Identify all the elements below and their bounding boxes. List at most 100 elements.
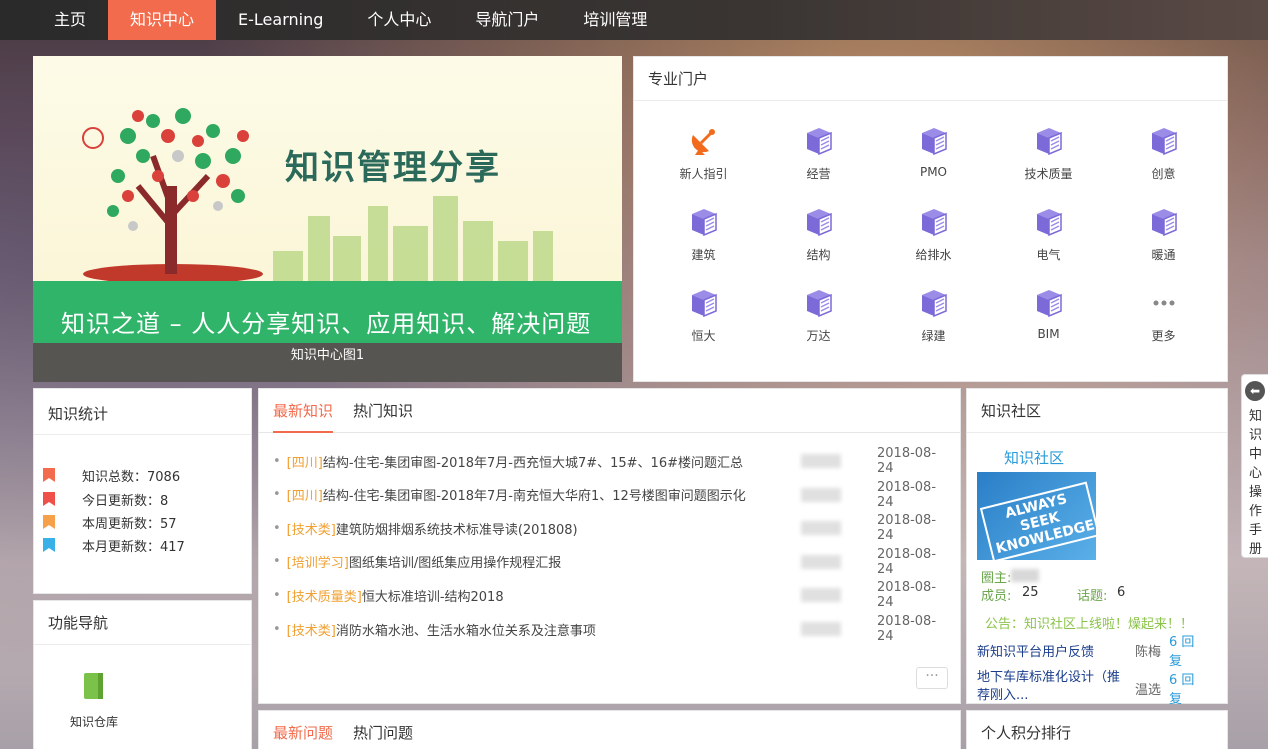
book-stack-icon xyxy=(689,206,719,238)
nav-item[interactable]: 导航门户 xyxy=(453,0,561,40)
knowledge-category[interactable]: [技术质量类] xyxy=(287,586,362,605)
portal-item[interactable]: 给排水 xyxy=(876,206,991,263)
portal-item[interactable]: 万达 xyxy=(761,287,876,344)
knowledge-title[interactable]: 恒大标准培训-结构2018 xyxy=(362,586,504,605)
community-image[interactable]: ALWAYS SEEK KNOWLEDGE xyxy=(977,472,1096,560)
author-name xyxy=(801,554,841,569)
bullet-icon: • xyxy=(273,520,281,536)
stat-label: 本周更新数：57 xyxy=(82,516,177,532)
nav-item[interactable]: 主页 xyxy=(32,0,108,40)
arrow-left-icon: ⬅ xyxy=(1245,381,1265,401)
author-name xyxy=(801,521,841,536)
bullet-icon: • xyxy=(273,453,281,469)
more-dots-icon xyxy=(1149,287,1179,319)
banner-image: 知识管理分享 xyxy=(33,56,622,281)
knowledge-category[interactable]: [培训学习] xyxy=(287,552,349,571)
community-name-link[interactable]: 知识社区 xyxy=(1004,447,1064,468)
banner-carousel[interactable]: 知识管理分享 知识之道 – 人人分享知识、应用知识、解决问题 知识中心图1 xyxy=(33,56,622,382)
portal-item[interactable]: 更多 xyxy=(1106,287,1221,344)
knowledge-title[interactable]: 图纸集培训/图纸集应用操作规程汇报 xyxy=(349,552,561,571)
questions-panel: 最新问题 热门问题 xyxy=(258,710,961,749)
tab-latest-knowledge[interactable]: 最新知识 xyxy=(273,389,334,433)
tab-hot-questions[interactable]: 热门问题 xyxy=(353,711,413,749)
portal-item-label: BIM xyxy=(1037,327,1060,341)
portal-item[interactable]: 新人指引 xyxy=(646,125,761,182)
book-stack-icon xyxy=(689,287,719,319)
author-name xyxy=(801,588,841,603)
portal-item[interactable]: 暖通 xyxy=(1106,206,1221,263)
author-name xyxy=(801,454,841,468)
knowledge-title[interactable]: 建筑防烟排烟系统技术标准导读(201808) xyxy=(336,519,578,538)
knowledge-row: • [培训学习] 图纸集培训/图纸集应用操作规程汇报 2018-08-24 xyxy=(273,547,949,577)
portal-item[interactable]: 创意 xyxy=(1106,125,1221,182)
post-title[interactable]: 新知识平台用户反馈 xyxy=(977,641,1127,660)
knowledge-tabs: 最新知识 热门知识 xyxy=(259,389,960,433)
post-replies[interactable]: 6 回复 xyxy=(1169,631,1205,669)
portal-item[interactable]: BIM xyxy=(991,287,1106,344)
post-author: 陈梅 xyxy=(1135,645,1162,660)
portal-item-label: 绿建 xyxy=(921,329,946,343)
portal-item-label: 更多 xyxy=(1151,329,1176,343)
book-stack-icon xyxy=(804,206,834,238)
topics-label: 话题: xyxy=(1077,589,1108,604)
portal-item[interactable]: 建筑 xyxy=(646,206,761,263)
author-name xyxy=(801,487,841,502)
owner-label: 圈主: xyxy=(981,571,1012,586)
more-button[interactable]: ··· xyxy=(916,667,948,689)
func-nav-title: 功能导航 xyxy=(34,601,251,645)
post-replies[interactable]: 6 回复 xyxy=(1169,669,1205,707)
bullet-icon: • xyxy=(273,621,281,637)
portal-item[interactable]: 结构 xyxy=(761,206,876,263)
knowledge-title[interactable]: 结构-住宅-集团审图-2018年7月-西充恒大城7#、15#、16#楼问题汇总 xyxy=(323,452,743,471)
bullet-icon: • xyxy=(273,554,281,570)
portal-item-label: 经营 xyxy=(806,167,831,181)
stats-panel: 知识统计 知识总数：7086 今日更新数：8 本周更新数：57 本月更新数：417 xyxy=(33,388,252,594)
bookmark-icon xyxy=(42,537,56,553)
book-stack-icon xyxy=(1034,206,1064,238)
community-title: 知识社区 xyxy=(967,389,1227,433)
post-title[interactable]: 地下车库标准化设计（推荐刚入... xyxy=(977,669,1127,705)
bookmark-icon xyxy=(42,467,56,483)
questions-tabs: 最新问题 热门问题 xyxy=(259,711,960,749)
nav-item[interactable]: 知识中心 xyxy=(108,0,217,40)
portal-item[interactable]: 技术质量 xyxy=(991,125,1106,182)
knowledge-title[interactable]: 消防水箱水池、生活水箱水位关系及注意事项 xyxy=(336,620,596,639)
knowledge-category[interactable]: [技术类] xyxy=(287,519,336,538)
portal-item-label: PMO xyxy=(919,165,948,179)
knowledge-date: 2018-08-24 xyxy=(877,479,937,510)
tab-hot-knowledge[interactable]: 热门知识 xyxy=(353,389,413,433)
post-author: 温选 xyxy=(1135,683,1162,698)
portal-item-label: 新人指引 xyxy=(679,167,728,181)
portal-item[interactable]: 恒大 xyxy=(646,287,761,344)
book-stack-icon xyxy=(1034,125,1064,157)
banner-caption[interactable]: 知识中心图1 xyxy=(33,343,622,382)
portal-item-label: 技术质量 xyxy=(1024,167,1073,181)
bookmark-icon xyxy=(42,514,56,530)
tab-latest-questions[interactable]: 最新问题 xyxy=(273,711,333,749)
knowledge-category[interactable]: [技术类] xyxy=(287,620,336,639)
book-stack-icon xyxy=(1149,206,1179,238)
portal-item[interactable]: PMO xyxy=(876,125,991,182)
func-nav-item-label[interactable]: 知识仓库 xyxy=(70,713,118,730)
manual-side-label: 知识中心操作手册 xyxy=(1249,409,1263,557)
knowledge-category[interactable]: [四川] xyxy=(287,452,323,471)
nav-item[interactable]: E-Learning xyxy=(216,0,345,40)
portal-item[interactable]: 绿建 xyxy=(876,287,991,344)
portal-item[interactable]: 电气 xyxy=(991,206,1106,263)
portal-item-label: 电气 xyxy=(1036,248,1061,262)
portal-item-label: 建筑 xyxy=(691,248,716,262)
portal-item-label: 结构 xyxy=(806,248,831,262)
ranking-title: 个人积分排行 xyxy=(981,724,1072,742)
knowledge-row: • [技术质量类] 恒大标准培训-结构2018 2018-08-24 xyxy=(273,580,949,610)
manual-side-tab[interactable]: ⬅ 知识中心操作手册 xyxy=(1241,374,1268,558)
bullet-icon: • xyxy=(273,487,281,503)
nav-item[interactable]: 培训管理 xyxy=(561,0,669,40)
knowledge-title[interactable]: 结构-住宅-集团审图-2018年7月-南充恒大华府1、12号楼图审问题图示化 xyxy=(323,485,746,504)
green-book-icon[interactable] xyxy=(82,671,106,701)
knowledge-row: • [四川] 结构-住宅-集团审图-2018年7月-西充恒大城7#、15#、16#楼… xyxy=(273,446,949,476)
knowledge-category[interactable]: [四川] xyxy=(287,485,323,504)
portal-item[interactable]: 经营 xyxy=(761,125,876,182)
stat-row: 本月更新数：417 xyxy=(42,535,185,555)
knowledge-date: 2018-08-24 xyxy=(877,446,937,476)
nav-item[interactable]: 个人中心 xyxy=(345,0,453,40)
